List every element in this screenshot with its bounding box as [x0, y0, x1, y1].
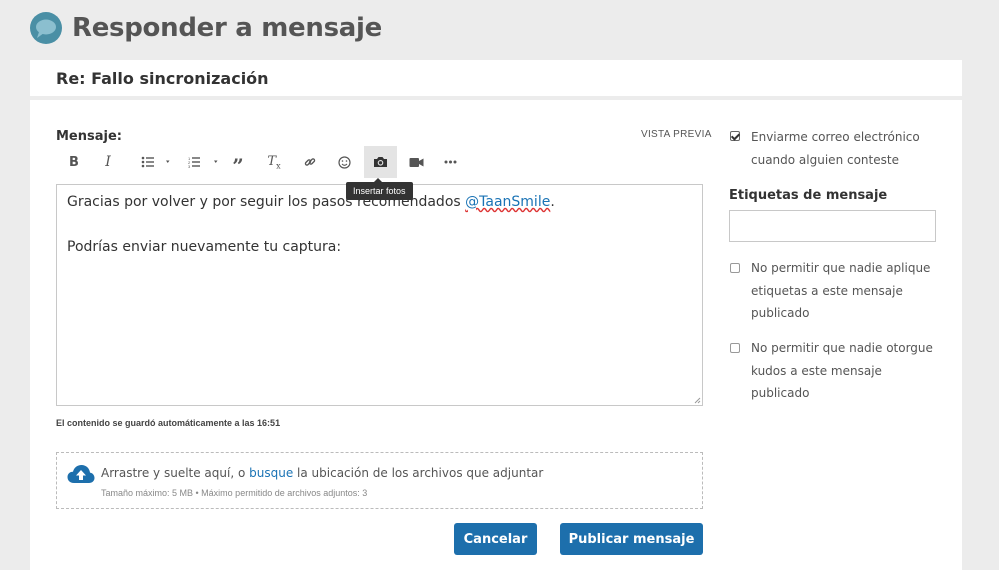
browse-link[interactable]: busque [249, 466, 293, 480]
numbered-list-icon: 1 2 3 [188, 156, 218, 168]
resize-grip-icon[interactable] [693, 396, 701, 404]
tags-label: Etiquetas de mensaje [729, 188, 888, 203]
camera-icon [374, 157, 387, 167]
svg-text:3: 3 [188, 164, 191, 168]
video-icon [409, 157, 423, 167]
user-mention-link[interactable]: @TaanSmile [465, 194, 550, 210]
publish-button[interactable]: Publicar mensaje [560, 523, 703, 555]
italic-button[interactable]: I [98, 146, 118, 178]
message-subject: Re: Fallo sincronización [56, 68, 269, 88]
page-header: Responder a mensaje [30, 10, 382, 46]
chat-bubble-icon [30, 12, 62, 44]
attachment-dropzone[interactable]: Arrastre y suelte aquí, o busque la ubic… [56, 452, 703, 509]
bold-button[interactable]: B [64, 146, 84, 178]
tags-input[interactable] [729, 210, 936, 242]
clear-format-icon: Tx [267, 153, 281, 171]
preview-link[interactable]: VISTA PREVIA [641, 129, 712, 140]
email-notify-checkbox[interactable] [730, 131, 740, 141]
emoji-button[interactable] [332, 146, 356, 178]
subject-bar: Re: Fallo sincronización [30, 60, 962, 96]
insert-photo-button[interactable] [364, 146, 397, 178]
numbered-list-button[interactable]: 1 2 3 [184, 146, 224, 178]
attachment-limits: Tamaño máximo: 5 MB • Máximo permitido d… [101, 488, 368, 498]
reply-form: Mensaje: VISTA PREVIA B I 1 2 3 ” Tx Gra… [30, 100, 962, 570]
cloud-upload-icon [67, 465, 95, 483]
insert-photo-tooltip: Insertar fotos [346, 178, 413, 200]
no-tags-label: No permitir que nadie aplique etiquetas … [751, 261, 931, 320]
autosave-status: El contenido se guardó automáticamente a… [56, 418, 281, 428]
bullet-list-button[interactable] [136, 146, 176, 178]
bullet-list-icon [141, 156, 170, 168]
message-editor[interactable]: Gracias por volver y por seguir los paso… [56, 184, 703, 406]
italic-icon: I [105, 154, 111, 170]
page-title: Responder a mensaje [72, 13, 382, 43]
clear-format-button[interactable]: Tx [262, 146, 286, 178]
editor-line-2: Podrías enviar nuevamente tu captura: [67, 239, 342, 255]
cancel-button[interactable]: Cancelar [454, 523, 537, 555]
more-icon [444, 160, 456, 164]
message-label: Mensaje: [56, 129, 122, 144]
editor-toolbar: B I 1 2 3 ” Tx [56, 146, 706, 178]
link-button[interactable] [298, 146, 322, 178]
emoji-icon [337, 155, 351, 169]
no-kudos-checkbox[interactable] [730, 343, 740, 353]
more-button[interactable] [438, 146, 462, 178]
insert-video-button[interactable] [404, 146, 428, 178]
link-icon [304, 158, 316, 166]
quote-icon: ” [232, 154, 244, 178]
bold-icon: B [69, 154, 79, 170]
quote-button[interactable]: ” [228, 146, 248, 178]
no-kudos-label: No permitir que nadie otorgue kudos a es… [751, 341, 933, 400]
email-notify-label: Enviarme correo electrónico cuando algui… [751, 130, 920, 167]
no-tags-checkbox[interactable] [730, 263, 740, 273]
dropzone-text: Arrastre y suelte aquí, o busque la ubic… [101, 466, 544, 480]
